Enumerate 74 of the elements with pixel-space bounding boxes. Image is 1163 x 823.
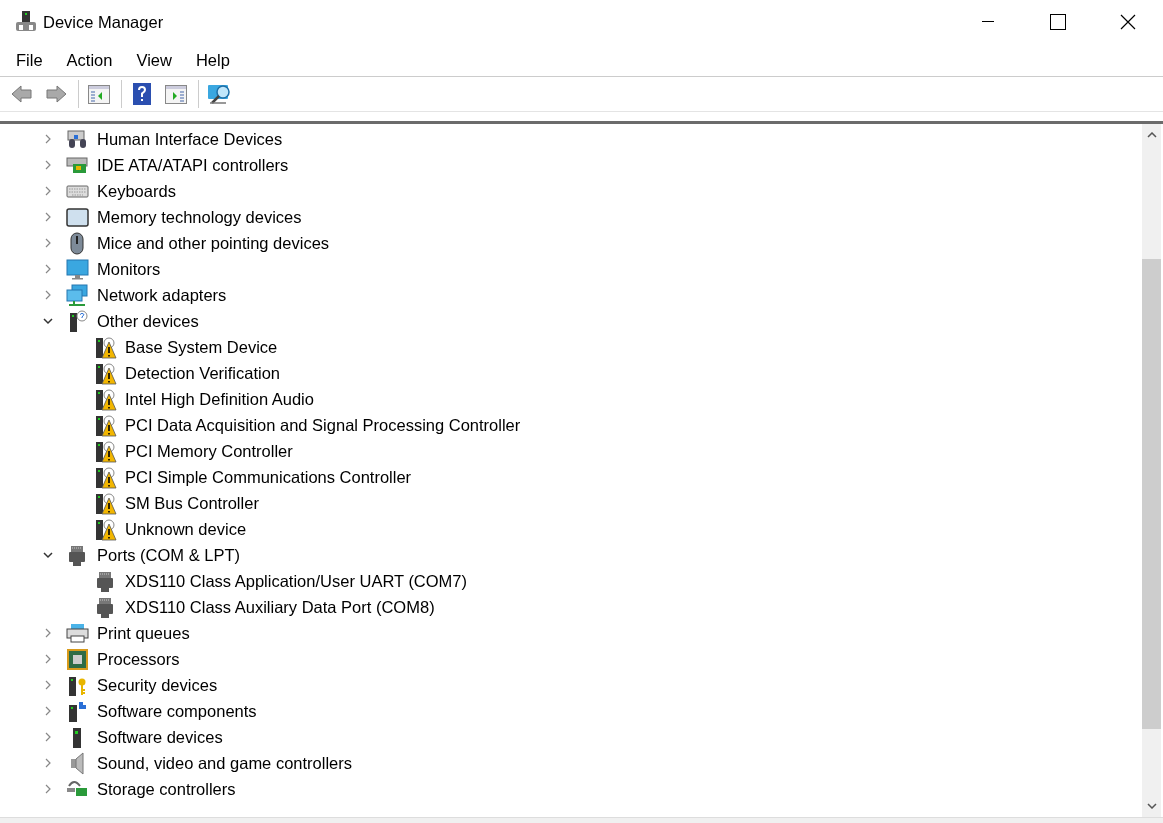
tree-item[interactable]: XDS110 Class Auxiliary Data Port (COM8) — [125, 597, 435, 617]
tree-item[interactable]: Keyboards — [97, 181, 176, 201]
keyboard-mouse-icon — [66, 127, 89, 151]
tree-item[interactable]: Intel High Definition Audio — [125, 389, 314, 409]
scroll-up-icon[interactable] — [1146, 132, 1157, 138]
minimize-icon — [982, 21, 994, 23]
device-warning-icon — [94, 491, 117, 515]
menu-item[interactable]: View — [126, 46, 182, 74]
scrollbar[interactable] — [1142, 124, 1161, 817]
tree-item[interactable]: PCI Memory Controller — [125, 441, 293, 461]
chevron-right-icon[interactable] — [43, 706, 53, 716]
chevron-down-icon[interactable] — [43, 550, 53, 560]
maximize-icon — [1050, 14, 1066, 30]
help-icon[interactable] — [130, 82, 154, 106]
chevron-right-icon[interactable] — [43, 732, 53, 742]
monitor-magnifier-icon[interactable] — [207, 82, 231, 106]
processor-icon — [66, 647, 89, 671]
device-icon — [15, 10, 37, 34]
device-warning-icon — [94, 465, 117, 489]
device-warning-icon — [94, 413, 117, 437]
memory-card-icon — [66, 205, 89, 229]
menu-item[interactable]: Help — [185, 46, 240, 74]
tree-item[interactable]: Base System Device — [125, 337, 278, 357]
chevron-right-icon[interactable] — [43, 238, 53, 248]
tree-item[interactable]: Ports (COM & LPT) — [97, 545, 240, 565]
tree-item[interactable]: Processors — [97, 649, 180, 669]
chevron-right-icon[interactable] — [43, 654, 53, 664]
tree-item[interactable]: XDS110 Class Application/User UART (COM7) — [125, 571, 468, 591]
tree-item[interactable]: Unknown device — [125, 519, 247, 539]
tree-item[interactable]: IDE ATA/ATAPI controllers — [97, 155, 289, 175]
tree-item[interactable]: Software components — [97, 701, 257, 721]
tree-item[interactable]: Memory technology devices — [97, 207, 302, 227]
device-warning-icon — [94, 517, 117, 541]
monitor-icon — [66, 257, 89, 281]
chevron-right-icon[interactable] — [43, 212, 53, 222]
tree-item[interactable]: Detection Verification — [125, 363, 280, 383]
tree-item[interactable]: Storage controllers — [97, 779, 236, 799]
tree-item[interactable]: SM Bus Controller — [125, 493, 259, 513]
chevron-right-icon[interactable] — [43, 134, 53, 144]
device-puzzle-icon — [66, 699, 89, 723]
chevron-right-icon[interactable] — [43, 680, 53, 690]
tree-item[interactable]: Mice and other pointing devices — [97, 233, 330, 253]
chevron-right-icon[interactable] — [43, 784, 53, 794]
chevron-right-icon[interactable] — [43, 160, 53, 170]
printer-icon — [66, 621, 89, 645]
device-warning-icon — [94, 387, 117, 411]
chevron-right-icon[interactable] — [43, 290, 53, 300]
chevron-right-icon[interactable] — [43, 758, 53, 768]
tree-item[interactable]: Print queues — [97, 623, 190, 643]
panel-icon[interactable] — [164, 82, 188, 106]
window-title: Device Manager — [43, 12, 164, 32]
menu-item[interactable]: Action — [56, 46, 123, 74]
chevron-down-icon[interactable] — [43, 316, 53, 326]
device-warning-icon — [94, 335, 117, 359]
chevron-right-icon[interactable] — [43, 186, 53, 196]
tree-item[interactable]: PCI Simple Communications Controller — [125, 467, 412, 487]
tree-item[interactable]: Monitors — [97, 259, 161, 279]
tree-item[interactable]: Sound, video and game controllers — [97, 753, 352, 773]
scrollbar-thumb[interactable] — [1142, 259, 1161, 729]
close-icon — [1120, 14, 1136, 30]
tree-item[interactable]: PCI Data Acquisition and Signal Processing Controller — [125, 415, 521, 435]
tree-item[interactable]: Security devices — [97, 675, 218, 695]
device-warning-icon — [94, 361, 117, 385]
tree-item[interactable]: Network adapters — [97, 285, 227, 305]
panel-icon[interactable] — [87, 82, 111, 106]
menu-item[interactable]: File — [6, 46, 53, 74]
tree-item[interactable]: Software devices — [97, 727, 223, 747]
chevron-right-icon[interactable] — [43, 628, 53, 638]
tree-item[interactable]: Human Interface Devices — [97, 129, 283, 149]
chevron-right-icon[interactable] — [43, 264, 53, 274]
scroll-down-icon[interactable] — [1146, 803, 1157, 809]
device-warning-icon — [94, 439, 117, 463]
tree-item[interactable]: Other devices — [97, 311, 199, 331]
network-icon — [66, 283, 89, 307]
